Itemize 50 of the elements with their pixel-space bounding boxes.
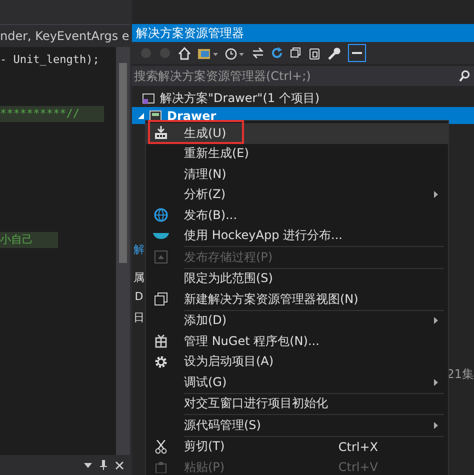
side-tab[interactable]: D <box>134 290 144 310</box>
refresh-icon[interactable] <box>271 47 283 59</box>
sync-icon[interactable] <box>252 47 264 59</box>
submenu-arrow-icon <box>434 191 438 198</box>
close-icon[interactable] <box>115 460 124 470</box>
gear-icon <box>154 354 168 369</box>
project-icon <box>149 110 162 122</box>
home-icon[interactable] <box>178 46 191 60</box>
folder-icon[interactable] <box>198 46 218 60</box>
search-icon[interactable] <box>459 70 470 82</box>
solution-icon <box>142 92 155 104</box>
menu-item[interactable]: 分析(Z) <box>146 184 448 205</box>
clipboard-icon <box>155 461 167 474</box>
globe-icon <box>154 208 168 222</box>
history-icon[interactable] <box>225 46 245 60</box>
wrench-icon[interactable] <box>328 46 341 60</box>
scissors-icon <box>155 440 167 454</box>
menu-item[interactable]: 源代码管理(S) <box>146 415 448 436</box>
menu-item[interactable]: 新建解决方案资源管理器视图(N) <box>146 289 448 310</box>
side-tab[interactable]: 属 <box>134 270 144 290</box>
menu-item[interactable]: 重新生成(E) <box>146 144 448 164</box>
menu-item[interactable]: 清理(N) <box>146 164 448 184</box>
submenu-arrow-icon <box>434 317 438 324</box>
preview-toggle-button[interactable] <box>348 44 366 62</box>
menu-item[interactable]: 剪切(T) Ctrl+X <box>146 436 448 457</box>
menu-item[interactable]: 添加(D) <box>146 310 448 331</box>
code-line: - Unit_length); <box>0 52 100 68</box>
menu-item[interactable]: 发布(B)... <box>146 205 448 226</box>
menu-item[interactable]: 生成(U) <box>146 123 448 144</box>
build-icon <box>154 126 168 140</box>
package-icon <box>155 334 167 348</box>
expanded-arrow-icon[interactable] <box>138 112 144 118</box>
new-view-icon <box>154 292 168 306</box>
member-dropdown[interactable]: nder, KeyEventArgs e <box>0 24 130 47</box>
menu-item[interactable]: 使用 HockeyApp 进行分布... <box>146 226 448 246</box>
panel-title: 解决方案资源管理器 <box>136 24 244 42</box>
menu-item[interactable]: 设为启动项目(A) <box>146 352 448 372</box>
tree-item[interactable]: 解决方案"Drawer"(1 个项目) <box>132 90 474 107</box>
side-tab[interactable]: 解 <box>134 242 144 262</box>
side-tab[interactable]: 日 <box>134 310 144 330</box>
menu-item[interactable]: 调试(G) <box>146 372 448 392</box>
scroll-bar[interactable] <box>116 47 130 455</box>
menu-item[interactable]: 对交互窗口进行项目初始化 <box>146 394 448 414</box>
menu-item[interactable]: 管理 NuGet 程序包(N)... <box>146 331 448 352</box>
dropdown-icon[interactable] <box>84 462 92 468</box>
submenu-arrow-icon <box>434 422 438 429</box>
submenu-arrow-icon <box>434 378 438 386</box>
dish-icon <box>153 232 169 240</box>
pin-icon[interactable] <box>100 460 107 470</box>
menu-item[interactable]: 限定为此范围(S) <box>146 268 448 289</box>
